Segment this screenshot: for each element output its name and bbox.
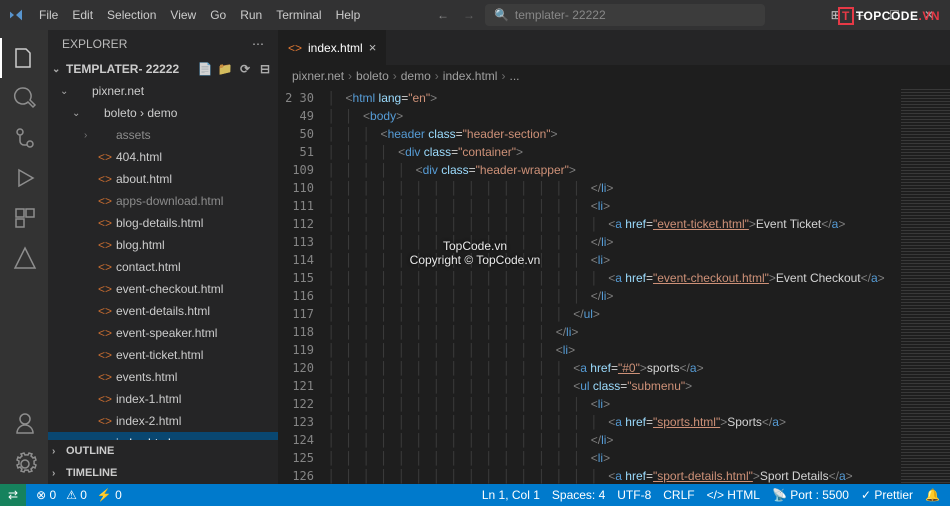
tree-item[interactable]: <>event-speaker.html bbox=[48, 322, 278, 344]
tree-item[interactable]: <>about.html bbox=[48, 168, 278, 190]
tree-item-label: boleto › demo bbox=[104, 106, 177, 120]
remote-icon[interactable]: ⇄ bbox=[0, 484, 26, 506]
tree-item-label: about.html bbox=[116, 172, 172, 186]
html-file-icon: <> bbox=[288, 41, 302, 55]
sidebar-title: EXPLORER ⋯ bbox=[48, 30, 278, 58]
editor-tabs: <> index.html × bbox=[278, 30, 950, 65]
menu-help[interactable]: Help bbox=[329, 4, 368, 26]
command-center-text: templater- 22222 bbox=[515, 8, 606, 22]
new-file-icon[interactable]: 📄 bbox=[196, 62, 214, 76]
activity-bar bbox=[0, 30, 48, 484]
tree-item-label: events.html bbox=[116, 370, 177, 384]
status-bar: ⇄ ⊗ 0 ⚠ 0 ⚡ 0 Ln 1, Col 1 Spaces: 4 UTF-… bbox=[0, 484, 950, 506]
tree-item[interactable]: <>index.html bbox=[48, 432, 278, 440]
tree-item[interactable]: <>event-details.html bbox=[48, 300, 278, 322]
tree-item-label: 404.html bbox=[116, 150, 162, 164]
menu-run[interactable]: Run bbox=[233, 4, 269, 26]
tree-item[interactable]: <>apps-download.html bbox=[48, 190, 278, 212]
sidebar-title-text: EXPLORER bbox=[62, 37, 127, 51]
search-icon: 🔍 bbox=[494, 8, 509, 22]
menu-go[interactable]: Go bbox=[203, 4, 233, 26]
status-prettier[interactable]: ✓ Prettier bbox=[861, 488, 913, 502]
tab-label: index.html bbox=[308, 41, 363, 55]
vscode-logo-icon bbox=[8, 7, 24, 23]
extensions-icon[interactable] bbox=[0, 198, 48, 238]
search-icon[interactable] bbox=[0, 78, 48, 118]
tree-item[interactable]: ⌄pixner.net bbox=[48, 80, 278, 102]
collapse-icon[interactable]: ⊟ bbox=[256, 62, 274, 76]
topcode-logo: TTOPCODE.VN bbox=[838, 4, 940, 25]
tree-item[interactable]: <>event-ticket.html bbox=[48, 344, 278, 366]
sidebar-section-label: TEMPLATER- 22222 bbox=[66, 62, 192, 76]
sidebar: EXPLORER ⋯ ⌄ TEMPLATER- 22222 📄 📁 ⟳ ⊟ ⌄p… bbox=[48, 30, 278, 484]
menu-file[interactable]: File bbox=[32, 4, 65, 26]
menu-view[interactable]: View bbox=[163, 4, 203, 26]
status-cursor[interactable]: Ln 1, Col 1 bbox=[482, 488, 540, 502]
azure-icon[interactable] bbox=[0, 238, 48, 278]
minimap[interactable] bbox=[900, 87, 950, 484]
tree-item[interactable]: <>events.html bbox=[48, 366, 278, 388]
tree-item-label: event-speaker.html bbox=[116, 326, 217, 340]
tab-index-html[interactable]: <> index.html × bbox=[278, 30, 387, 65]
tree-item-label: blog-details.html bbox=[116, 216, 203, 230]
tree-item-label: event-checkout.html bbox=[116, 282, 223, 296]
source-control-icon[interactable] bbox=[0, 118, 48, 158]
breadcrumb-item[interactable]: demo bbox=[401, 69, 431, 83]
breadcrumb-item[interactable]: boleto bbox=[356, 69, 389, 83]
tree-item[interactable]: <>index-1.html bbox=[48, 388, 278, 410]
tree-item[interactable]: <>event-checkout.html bbox=[48, 278, 278, 300]
status-eol[interactable]: CRLF bbox=[663, 488, 694, 502]
close-icon[interactable]: × bbox=[369, 40, 377, 55]
gear-icon[interactable] bbox=[0, 444, 48, 484]
explorer-icon[interactable] bbox=[0, 38, 48, 78]
nav-back-icon[interactable]: ← bbox=[433, 6, 453, 24]
nav-forward-icon[interactable]: → bbox=[459, 6, 479, 24]
file-tree: ⌄pixner.net⌄boleto › demo›assets<>404.ht… bbox=[48, 80, 278, 440]
breadcrumb-item[interactable]: pixner.net bbox=[292, 69, 344, 83]
line-gutter: 2 30 49 50 51 109 110 111 112 113 114 11… bbox=[278, 87, 328, 484]
breadcrumb-item[interactable]: ... bbox=[509, 69, 519, 83]
sidebar-section-outline[interactable]: › OUTLINE bbox=[48, 440, 278, 462]
tree-item[interactable]: <>contact.html bbox=[48, 256, 278, 278]
tree-item-label: contact.html bbox=[116, 260, 181, 274]
sidebar-section-timeline[interactable]: › TIMELINE bbox=[48, 462, 278, 484]
tree-item[interactable]: <>index-2.html bbox=[48, 410, 278, 432]
status-language[interactable]: </> HTML bbox=[707, 488, 760, 502]
tree-item[interactable]: <>blog-details.html bbox=[48, 212, 278, 234]
breadcrumb-item[interactable]: index.html bbox=[443, 69, 498, 83]
tree-item-label: pixner.net bbox=[92, 84, 144, 98]
status-ports[interactable]: ⚡ 0 bbox=[97, 488, 122, 502]
title-bar: FileEditSelectionViewGoRunTerminalHelp ←… bbox=[0, 0, 950, 30]
breadcrumb[interactable]: pixner.net›boleto›demo›index.html›... bbox=[278, 65, 950, 87]
editor-area: <> index.html × pixner.net›boleto›demo›i… bbox=[278, 30, 950, 484]
tree-item-label: apps-download.html bbox=[116, 194, 223, 208]
status-errors[interactable]: ⊗ 0 bbox=[36, 488, 56, 502]
status-port[interactable]: 📡 Port : 5500 bbox=[772, 488, 849, 502]
tree-item-label: assets bbox=[116, 128, 151, 142]
status-spaces[interactable]: Spaces: 4 bbox=[552, 488, 605, 502]
run-debug-icon[interactable] bbox=[0, 158, 48, 198]
tree-item-label: event-details.html bbox=[116, 304, 210, 318]
sidebar-section-header[interactable]: ⌄ TEMPLATER- 22222 📄 📁 ⟳ ⊟ bbox=[48, 58, 278, 80]
code-editor[interactable]: │ <html lang="en"> │ │ <body> │ │ │ <hea… bbox=[328, 87, 900, 484]
new-folder-icon[interactable]: 📁 bbox=[216, 62, 234, 76]
refresh-icon[interactable]: ⟳ bbox=[236, 62, 254, 76]
command-center[interactable]: 🔍 templater- 22222 bbox=[485, 4, 765, 26]
tree-item-label: blog.html bbox=[116, 238, 165, 252]
more-icon[interactable]: ⋯ bbox=[252, 37, 264, 51]
tree-item[interactable]: <>404.html bbox=[48, 146, 278, 168]
tree-item-label: event-ticket.html bbox=[116, 348, 203, 362]
notifications-icon[interactable]: 🔔 bbox=[925, 488, 940, 502]
menu-selection[interactable]: Selection bbox=[100, 4, 163, 26]
menu-terminal[interactable]: Terminal bbox=[269, 4, 328, 26]
tree-item[interactable]: ›assets bbox=[48, 124, 278, 146]
status-warnings[interactable]: ⚠ 0 bbox=[66, 488, 87, 502]
tree-item-label: index-1.html bbox=[116, 392, 181, 406]
tree-item-label: index-2.html bbox=[116, 414, 181, 428]
status-encoding[interactable]: UTF-8 bbox=[617, 488, 651, 502]
account-icon[interactable] bbox=[0, 404, 48, 444]
tree-item[interactable]: <>blog.html bbox=[48, 234, 278, 256]
menu-edit[interactable]: Edit bbox=[65, 4, 100, 26]
tree-item[interactable]: ⌄boleto › demo bbox=[48, 102, 278, 124]
